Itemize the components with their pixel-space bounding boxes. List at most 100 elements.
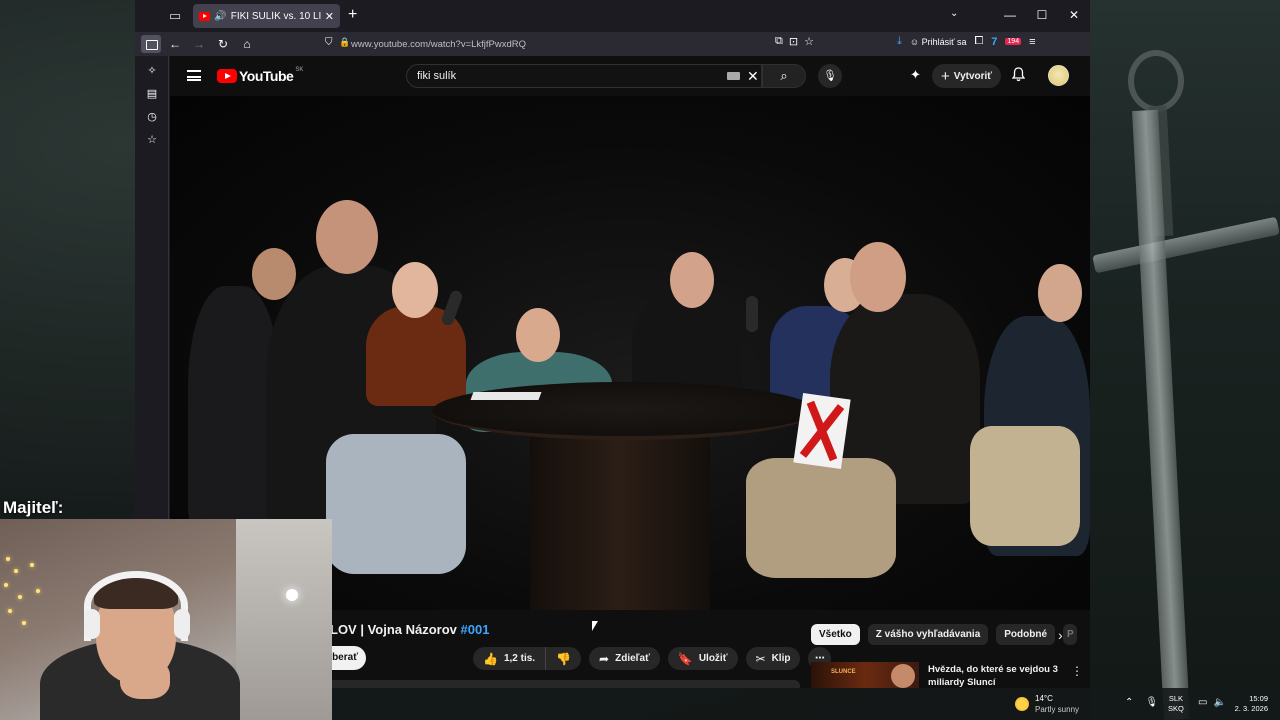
webcam-owner-label: Majiteľ: bbox=[3, 498, 64, 517]
chip-related[interactable]: Podobné bbox=[996, 624, 1056, 645]
wallpaper-right-panel bbox=[1090, 0, 1280, 720]
video-person-3-head bbox=[392, 262, 438, 318]
synced-tabs-icon[interactable]: ▤ bbox=[135, 83, 169, 106]
search-button[interactable]: ⌕ bbox=[762, 64, 806, 88]
minimize-button[interactable]: — bbox=[994, 0, 1026, 32]
clip-label: Klip bbox=[771, 653, 791, 664]
dislike-button[interactable]: 👎 bbox=[546, 647, 582, 670]
volume-icon[interactable]: 🔈 bbox=[1213, 697, 1225, 708]
chip-all[interactable]: Všetko bbox=[811, 624, 860, 645]
notifications-bell-icon[interactable] bbox=[1012, 67, 1025, 82]
history-icon[interactable]: ◷ bbox=[135, 106, 169, 129]
like-dislike-group: 👍 1,2 tis. 👎 bbox=[473, 647, 582, 670]
account-avatar[interactable] bbox=[1048, 65, 1069, 86]
like-button[interactable]: 👍 1,2 tis. bbox=[473, 647, 547, 670]
youtube-wordmark: YouTube bbox=[239, 68, 294, 84]
recommended-video-title[interactable]: Hvězda, do které se vejdou 3 miliardy Sl… bbox=[928, 663, 1068, 688]
chevron-right-icon[interactable]: › bbox=[1058, 627, 1063, 643]
tray-expand-icon[interactable]: ⌃ bbox=[1125, 697, 1133, 708]
thumbnail-text: SLUNCE bbox=[831, 669, 856, 675]
video-person-2-jeans bbox=[326, 434, 466, 574]
video-microphone-right bbox=[746, 296, 758, 332]
weather-widget[interactable]: 14°C Partly sunny bbox=[1015, 693, 1079, 715]
sidebar-toggle-icon[interactable] bbox=[141, 35, 161, 53]
chip-from-search[interactable]: Z vášho vyhľadávania bbox=[867, 624, 989, 645]
video-person-5-head bbox=[670, 252, 714, 308]
thumbs-up-icon: 👍 bbox=[483, 651, 498, 666]
guide-menu-icon[interactable] bbox=[187, 70, 201, 81]
system-status-icons: ▭ 🔈 bbox=[1198, 697, 1226, 708]
list-all-tabs-icon[interactable]: ⌄ bbox=[950, 8, 958, 19]
screenshot-icon[interactable]: ⊡ bbox=[789, 35, 798, 48]
toolbar-right: ⤓ ☺ Prihlásiť sa ⧠ 7 194 ≡ bbox=[897, 35, 1036, 48]
sign-in-label: Prihlásiť sa bbox=[921, 36, 967, 47]
forward-arrow-icon[interactable]: → bbox=[187, 34, 211, 54]
bookmark-star-icon[interactable]: ☆ bbox=[804, 35, 814, 48]
scissors-icon: ✂ bbox=[755, 651, 766, 666]
downloads-icon[interactable]: ⤓ bbox=[897, 35, 902, 48]
more-vertical-icon[interactable]: ⋮ bbox=[1071, 664, 1083, 678]
create-button[interactable]: + Vytvoriť bbox=[932, 64, 1002, 88]
network-icon[interactable]: ▭ bbox=[1198, 697, 1207, 708]
sign-in-button[interactable]: ☺ Prihlásiť sa bbox=[910, 37, 967, 47]
taskbar: 14°C Partly sunny ⌃ 🎙 SLK SKQ ▭ 🔈 15:09 … bbox=[332, 688, 1280, 720]
video-title: LOV | Vojna Názorov #001 bbox=[330, 622, 489, 637]
back-arrow-icon[interactable]: ← bbox=[163, 34, 187, 54]
temperature: 14°C bbox=[1035, 694, 1053, 703]
home-icon[interactable]: ⌂ bbox=[235, 34, 259, 54]
video-person-7-pants bbox=[746, 458, 896, 578]
address-bar[interactable]: ⛉ 🔒 www.youtube.com/watch?v=LkfjfPwxdRQ bbox=[325, 35, 833, 53]
video-person-2-head bbox=[316, 200, 378, 274]
microphone-tray-icon[interactable]: 🎙 bbox=[1145, 697, 1158, 708]
recommended-video-thumbnail[interactable]: SLUNCE bbox=[811, 662, 919, 688]
translate-extension-icon[interactable]: 7 bbox=[991, 36, 997, 48]
chip-truncated[interactable]: P bbox=[1063, 624, 1078, 645]
tab-manager-icon[interactable]: ▭ bbox=[167, 8, 183, 24]
ai-chatbot-icon[interactable]: ✧ bbox=[135, 60, 169, 83]
video-person-4-head bbox=[516, 308, 560, 362]
url-text[interactable]: www.youtube.com/watch?v=LkfjfPwxdRQ bbox=[351, 39, 526, 50]
video-table bbox=[432, 382, 816, 440]
search-input[interactable]: fiki sulík ✕ bbox=[406, 64, 762, 88]
menu-icon[interactable]: ≡ bbox=[1029, 36, 1035, 48]
clear-search-icon[interactable]: ✕ bbox=[747, 68, 759, 85]
share-button[interactable]: ➦ Zdieľať bbox=[589, 647, 660, 670]
related-filter-chips: Všetko Z vášho vyhľadávania Podobné P bbox=[811, 624, 1078, 645]
bookmark-icon: 🔖 bbox=[677, 651, 693, 666]
voice-search-icon[interactable]: 🎙 bbox=[818, 64, 842, 88]
audio-playing-icon[interactable]: 🔊 bbox=[214, 11, 226, 22]
system-tray: ⌃ 🎙 bbox=[1125, 697, 1158, 708]
keyboard-icon[interactable] bbox=[727, 72, 740, 80]
video-hashtag[interactable]: #001 bbox=[461, 622, 490, 637]
save-label: Uložiť bbox=[698, 653, 728, 664]
bookmarks-icon[interactable]: ☆ bbox=[135, 129, 169, 152]
clip-button[interactable]: ✂ Klip bbox=[745, 647, 801, 670]
tracking-shield-icon[interactable]: ⛉ bbox=[325, 37, 333, 48]
extensions-icon[interactable]: ⧠ bbox=[974, 35, 983, 48]
youtube-header: YouTube SK fiki sulík ✕ ⌕ 🎙 ✦ + Vytvoriť bbox=[170, 56, 1090, 96]
share-label: Zdieľať bbox=[615, 653, 650, 664]
share-arrow-icon: ➦ bbox=[599, 651, 610, 666]
clock-date: 2. 3. 2026 bbox=[1234, 704, 1268, 713]
clock-time: 15:09 bbox=[1249, 694, 1268, 703]
search-query[interactable]: fiki sulík bbox=[417, 70, 456, 82]
maximize-button[interactable]: ☐ bbox=[1026, 0, 1058, 32]
taskbar-clock[interactable]: 15:09 2. 3. 2026 bbox=[1228, 694, 1268, 714]
save-button[interactable]: 🔖 Uložiť bbox=[667, 647, 738, 670]
reload-icon[interactable]: ↻ bbox=[211, 34, 235, 54]
browser-tab-active[interactable]: 🔊 FIKI SULÍK vs. 10 LIBERÁLOV ✕ bbox=[193, 4, 340, 28]
language-code: SLK bbox=[1168, 694, 1184, 703]
address-bar-actions: ⧉ ⊡ ☆ bbox=[775, 35, 814, 48]
picture-in-picture-icon[interactable]: ⧉ bbox=[775, 35, 783, 48]
partly-sunny-icon bbox=[1015, 697, 1029, 711]
input-language[interactable]: SLK SKQ bbox=[1168, 694, 1184, 714]
close-window-button[interactable]: ✕ bbox=[1058, 0, 1090, 32]
youtube-logo[interactable]: YouTube SK bbox=[217, 67, 303, 84]
lock-icon[interactable]: 🔒 bbox=[339, 37, 350, 48]
description-box[interactable] bbox=[320, 680, 800, 688]
tab-close-icon[interactable]: ✕ bbox=[325, 10, 334, 23]
sparkle-icon[interactable]: ✦ bbox=[910, 67, 921, 83]
extension-badge[interactable]: 194 bbox=[1005, 38, 1022, 45]
webcam-overlay bbox=[0, 519, 332, 720]
new-tab-button[interactable]: + bbox=[348, 7, 357, 23]
